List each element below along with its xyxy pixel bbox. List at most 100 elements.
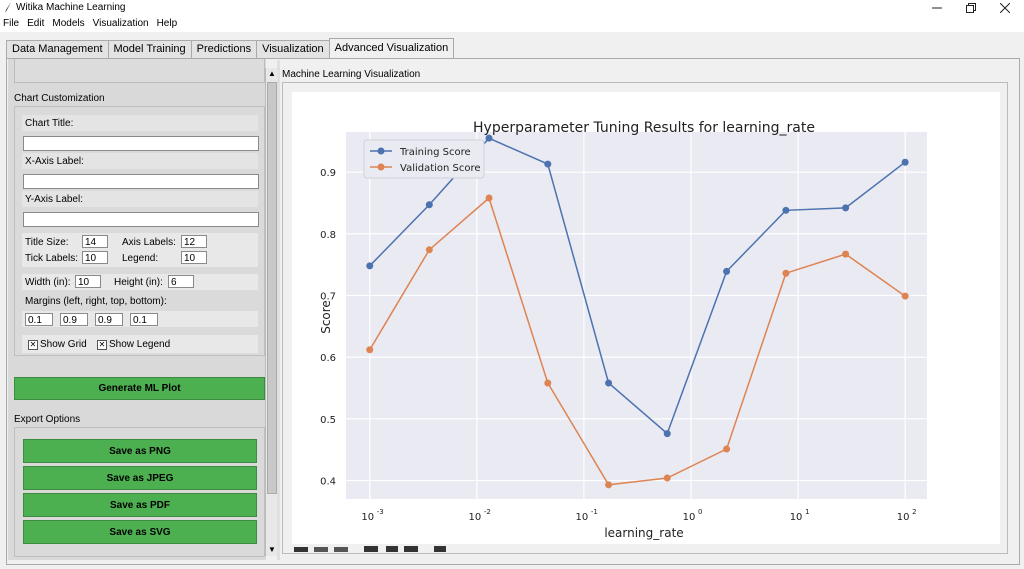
tick-labels-input[interactable]: 10 [82, 251, 108, 264]
data-point [366, 346, 374, 354]
toolbar-configure-icon[interactable] [404, 546, 418, 552]
x-tick-exponent: 1 [805, 508, 809, 516]
checked-icon: ✕ [28, 339, 38, 350]
data-point [366, 262, 374, 270]
menu-visualization[interactable]: Visualization [89, 16, 153, 32]
show-grid-label: Show Grid [40, 339, 87, 350]
data-point [723, 267, 731, 275]
chart-title-input[interactable] [23, 136, 259, 151]
tab-model-training[interactable]: Model Training [107, 40, 192, 58]
restore-icon [966, 3, 976, 13]
ml-visualization-label: Machine Learning Visualization [282, 69, 421, 80]
x-tick-label: 10 [683, 512, 696, 523]
save-svg-button[interactable]: Save as SVG [23, 520, 257, 544]
y-tick-label: 0.4 [320, 476, 336, 487]
x-tick-exponent: 0 [698, 508, 702, 516]
data-point [723, 445, 731, 453]
title-bar: Witika Machine Learning [0, 0, 1024, 16]
restore-button[interactable] [954, 0, 988, 16]
data-point [782, 269, 790, 277]
data-point [544, 379, 552, 387]
data-point [425, 201, 433, 209]
menu-models[interactable]: Models [48, 16, 88, 32]
data-point [663, 430, 671, 438]
toolbar-back-icon[interactable] [314, 547, 328, 552]
toolbar-forward-icon[interactable] [334, 547, 348, 552]
toolbar-pan-icon[interactable] [364, 546, 378, 552]
data-point [485, 194, 493, 202]
window-title: Witika Machine Learning [16, 2, 126, 13]
menu-file[interactable]: File [0, 16, 23, 32]
feather-icon [5, 2, 11, 13]
log-scale-frame [14, 59, 265, 83]
x-axis-label: learning_rate [604, 526, 683, 540]
save-png-button[interactable]: Save as PNG [23, 439, 257, 463]
menu-edit[interactable]: Edit [23, 16, 48, 32]
y-axis-label: Score [319, 300, 333, 334]
options-panel: Chart Customization Chart Title: X-Axis … [8, 59, 266, 560]
y-tick-label: 0.8 [320, 230, 336, 241]
legend-training-label: Training Score [399, 147, 471, 158]
tab-predictions[interactable]: Predictions [190, 40, 258, 58]
x-tick-label: 10 [468, 512, 481, 523]
show-legend-checkbox[interactable]: ✕ Show Legend [97, 339, 170, 350]
axis-labels-input[interactable]: 12 [181, 235, 207, 248]
scrollbar-thumb[interactable] [267, 82, 277, 494]
yaxis-label: Y-Axis Label: [25, 194, 83, 205]
minimize-icon [932, 7, 942, 9]
margin-bottom-input[interactable]: 0.1 [130, 313, 158, 326]
legend-training-marker [377, 147, 385, 155]
chart-customization-label: Chart Customization [14, 93, 105, 104]
legend-size-input[interactable]: 10 [181, 251, 207, 264]
chart-title: Hyperparameter Tuning Results for learni… [473, 120, 815, 136]
tab-advanced-visualization[interactable]: Advanced Visualization [328, 38, 455, 58]
tab-visualization[interactable]: Visualization [256, 40, 330, 58]
x-tick-label: 10 [361, 512, 374, 523]
menu-help[interactable]: Help [153, 16, 182, 32]
data-point [605, 379, 613, 387]
checked-icon: ✕ [97, 339, 107, 350]
x-tick-label: 10 [790, 512, 803, 523]
y-tick-label: 0.6 [320, 353, 336, 364]
data-point [605, 481, 613, 489]
axes-background [346, 132, 927, 499]
y-tick-label: 0.5 [320, 415, 336, 426]
toolbar-home-icon[interactable] [294, 547, 308, 552]
save-jpeg-button[interactable]: Save as JPEG [23, 466, 257, 490]
data-point [901, 158, 909, 166]
data-point [842, 250, 850, 258]
tick-labels-label: Tick Labels: [25, 253, 78, 264]
x-tick-label: 10 [576, 512, 589, 523]
plot-toolbar [294, 544, 454, 552]
x-tick-exponent: -3 [377, 508, 384, 516]
close-button[interactable] [988, 0, 1022, 16]
margin-left-input[interactable]: 0.1 [25, 313, 53, 326]
yaxis-input[interactable] [23, 212, 259, 227]
export-options-label: Export Options [14, 414, 81, 425]
toolbar-save-icon[interactable] [434, 546, 446, 552]
menu-bar: File Edit Models Visualization Help [0, 16, 1024, 32]
minimize-button[interactable] [920, 0, 954, 16]
margin-right-input[interactable]: 0.9 [60, 313, 88, 326]
generate-ml-plot-button[interactable]: Generate ML Plot [14, 377, 265, 400]
title-size-label: Title Size: [25, 237, 69, 248]
show-legend-label: Show Legend [109, 339, 171, 350]
xaxis-label: X-Axis Label: [25, 156, 84, 167]
save-pdf-button[interactable]: Save as PDF [23, 493, 257, 517]
axis-labels-label: Axis Labels: [122, 237, 176, 248]
ml-chart: 10 -3 10 -2 10 -1 10 0 10 1 10 20.40.50.60.70.80.9 … [319, 120, 927, 540]
height-input[interactable]: 6 [168, 275, 194, 288]
width-label: Width (in): [25, 277, 71, 288]
show-grid-checkbox[interactable]: ✕ Show Grid [28, 339, 87, 350]
legend: Training Score Validation Score [363, 139, 485, 179]
ml-chart-canvas: 10 -3 10 -2 10 -1 10 0 10 1 10 2 0.4 0.5 0.6 0.7 0.8 0.9 … [292, 92, 1000, 544]
x-tick-exponent: -2 [484, 508, 491, 516]
title-size-input[interactable]: 14 [82, 235, 108, 248]
toolbar-zoom-icon[interactable] [386, 546, 398, 552]
width-input[interactable]: 10 [75, 275, 101, 288]
margin-top-input[interactable]: 0.9 [95, 313, 123, 326]
legend-validation-marker [377, 163, 385, 171]
xaxis-input[interactable] [23, 174, 259, 189]
pane-sash[interactable] [277, 60, 280, 560]
tab-data-management[interactable]: Data Management [6, 40, 109, 58]
